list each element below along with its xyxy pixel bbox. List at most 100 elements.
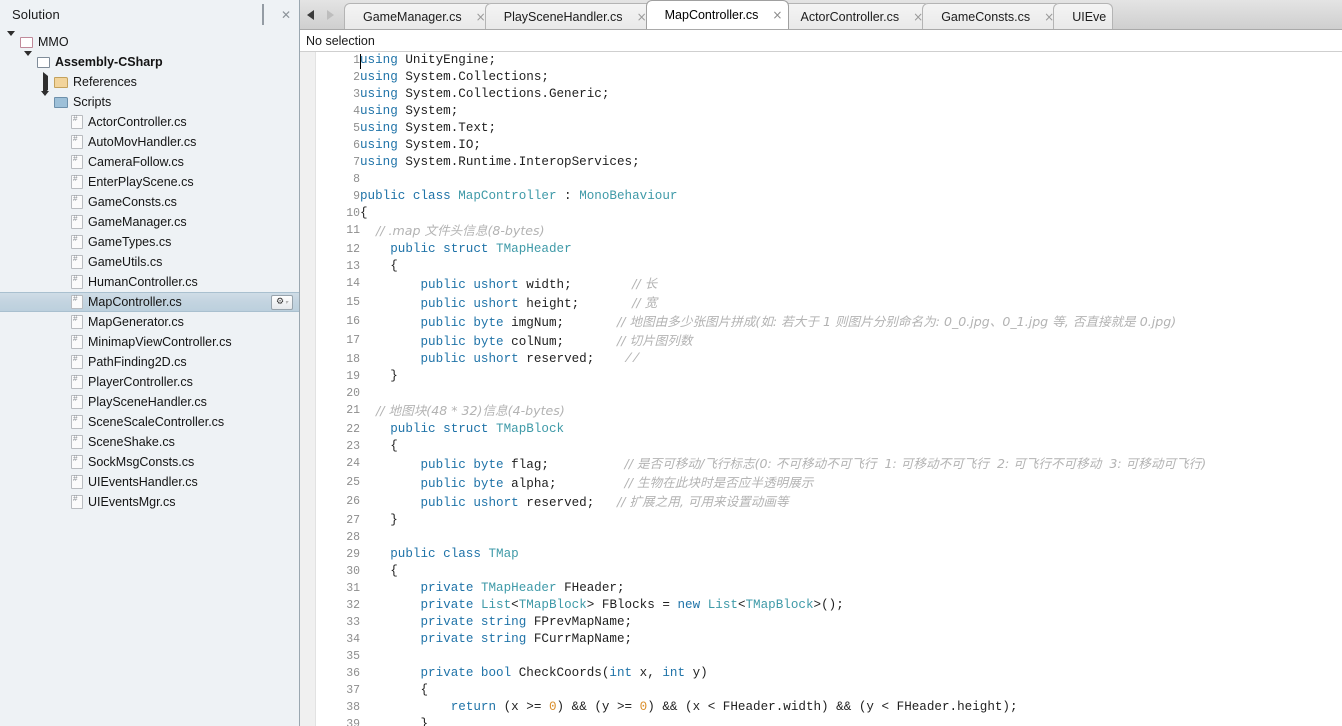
code-scroll-region[interactable]: 1 using UnityEngine; 2 using System.Collect… bbox=[316, 52, 1342, 726]
code-line-content[interactable]: using UnityEngine; bbox=[360, 52, 1342, 69]
close-icon[interactable]: × bbox=[772, 9, 782, 21]
tree-item-gameconsts-cs[interactable]: GameConsts.cs bbox=[0, 192, 299, 212]
tree-item-automovhandler-cs[interactable]: AutoMovHandler.cs bbox=[0, 132, 299, 152]
code-line-content[interactable]: public struct TMapHeader bbox=[360, 241, 1342, 258]
tree-item-gamemanager-cs[interactable]: GameManager.cs bbox=[0, 212, 299, 232]
tree-item-pathfinding2d-cs[interactable]: PathFinding2D.cs bbox=[0, 352, 299, 372]
dock-icon[interactable] bbox=[262, 4, 276, 25]
editor-tab-gameconsts-cs[interactable]: GameConsts.cs × bbox=[922, 3, 1062, 29]
editor-tab-actorcontroller-cs[interactable]: ActorController.cs × bbox=[781, 3, 931, 29]
code-line-content[interactable] bbox=[360, 385, 1342, 402]
tree-item-label: HumanController.cs bbox=[88, 275, 198, 289]
tab-nav-prev-button[interactable] bbox=[300, 0, 320, 29]
selection-status-text: No selection bbox=[306, 33, 375, 48]
tree-item-mapgenerator-cs[interactable]: MapGenerator.cs bbox=[0, 312, 299, 332]
code-line-content[interactable]: private string FCurrMapName; bbox=[360, 631, 1342, 648]
chevron-down-icon[interactable] bbox=[23, 51, 35, 70]
code-line-content[interactable]: { bbox=[360, 563, 1342, 580]
code-line-content[interactable]: public byte colNum; // 切片图列数 bbox=[360, 332, 1342, 351]
tree-item-gametypes-cs[interactable]: GameTypes.cs bbox=[0, 232, 299, 252]
code-line-content[interactable]: public byte flag; // 是否可移动/飞行标志(0: 不可移动不… bbox=[360, 455, 1342, 474]
code-line-content[interactable]: using System.Text; bbox=[360, 120, 1342, 137]
tab-nav-next-button[interactable] bbox=[320, 0, 340, 29]
code-line-content[interactable]: public byte imgNum; // 地图由多少张图片拼成(如: 若大于… bbox=[360, 313, 1342, 332]
tree-item-uieventshandler-cs[interactable]: UIEventsHandler.cs bbox=[0, 472, 299, 492]
code-line-content[interactable] bbox=[360, 529, 1342, 546]
editor-tab-playscenehandler-cs[interactable]: PlaySceneHandler.cs × bbox=[484, 3, 654, 29]
code-line-content[interactable]: public byte alpha; // 生物在此块时是否应半透明展示 bbox=[360, 474, 1342, 493]
tree-item-camerafollow-cs[interactable]: CameraFollow.cs bbox=[0, 152, 299, 172]
editor-tab-gamemanager-cs[interactable]: GameManager.cs × bbox=[344, 3, 493, 29]
code-line-content[interactable]: private TMapHeader FHeader; bbox=[360, 580, 1342, 597]
tree-item-mapcontroller-cs[interactable]: MapController.cs ⚙▾ bbox=[0, 292, 299, 312]
tree-item-enterplayscene-cs[interactable]: EnterPlayScene.cs bbox=[0, 172, 299, 192]
code-line-content[interactable]: } bbox=[360, 512, 1342, 529]
code-line-content[interactable]: public class MapController : MonoBehavio… bbox=[360, 188, 1342, 205]
tree-item-sceneshake-cs[interactable]: SceneShake.cs bbox=[0, 432, 299, 452]
chevron-down-icon[interactable] bbox=[6, 31, 18, 50]
chevron-down-icon[interactable] bbox=[40, 91, 52, 110]
code-line-content[interactable]: public ushort reserved; // 扩展之用, 可用来设置动画… bbox=[360, 493, 1342, 512]
close-icon[interactable]: ✕ bbox=[279, 7, 293, 22]
code-line-content[interactable]: using System.IO; bbox=[360, 137, 1342, 154]
tree-item-assembly-csharp[interactable]: Assembly-CSharp bbox=[0, 51, 299, 72]
tree-item-scenescalecontroller-cs[interactable]: SceneScaleController.cs bbox=[0, 412, 299, 432]
code-line-content[interactable]: { bbox=[360, 258, 1342, 275]
tree-item-actorcontroller-cs[interactable]: ActorController.cs bbox=[0, 112, 299, 132]
code-line-content[interactable]: { bbox=[360, 205, 1342, 222]
line-number: 9 bbox=[353, 190, 360, 203]
editor-tab-uieve[interactable]: UIEve bbox=[1053, 3, 1114, 29]
code-line-content[interactable]: using System; bbox=[360, 103, 1342, 120]
code-line-content[interactable]: using System.Runtime.InteropServices; bbox=[360, 154, 1342, 171]
code-line: 14 public ushort width; // 长 bbox=[316, 275, 1342, 294]
code-line-content[interactable]: using System.Collections.Generic; bbox=[360, 86, 1342, 103]
tree-item-minimapviewcontroller-cs[interactable]: MinimapViewController.cs bbox=[0, 332, 299, 352]
tree-item-label: Scripts bbox=[73, 95, 112, 109]
code-line-content[interactable]: // .map 文件头信息(8-bytes) bbox=[360, 222, 1342, 241]
code-line-content[interactable]: using System.Collections; bbox=[360, 69, 1342, 86]
tree-item-playscenehandler-cs[interactable]: PlaySceneHandler.cs bbox=[0, 392, 299, 412]
code-token: (x >= bbox=[496, 700, 549, 714]
code-line-content[interactable] bbox=[360, 648, 1342, 665]
code-line-content[interactable] bbox=[360, 171, 1342, 188]
code-line-content[interactable]: public struct TMapBlock bbox=[360, 421, 1342, 438]
tree-item-playercontroller-cs[interactable]: PlayerController.cs bbox=[0, 372, 299, 392]
code-line-content[interactable]: } bbox=[360, 716, 1342, 726]
tree-item-scripts[interactable]: Scripts bbox=[0, 91, 299, 112]
code-line: 22 public struct TMapBlock bbox=[316, 421, 1342, 438]
code-token: y) bbox=[685, 666, 708, 680]
code-line-content[interactable]: private bool CheckCoords(int x, int y) bbox=[360, 665, 1342, 682]
tree-item-uieventsmgr-cs[interactable]: UIEventsMgr.cs bbox=[0, 492, 299, 512]
code-line-content[interactable]: } bbox=[360, 368, 1342, 385]
tree-item-mmo[interactable]: MMO bbox=[0, 31, 299, 52]
code-line-content[interactable]: { bbox=[360, 438, 1342, 455]
arrow-left-icon bbox=[306, 9, 314, 20]
tree-item-gear-button[interactable]: ⚙ ▾ bbox=[271, 295, 293, 310]
chevron-right-icon[interactable] bbox=[40, 72, 52, 94]
code-line-content[interactable]: private List<TMapBlock> FBlocks = new Li… bbox=[360, 597, 1342, 614]
line-number: 30 bbox=[346, 565, 360, 578]
tree-item-sockmsgconsts-cs[interactable]: SockMsgConsts.cs bbox=[0, 452, 299, 472]
editor-tab-mapcontroller-cs[interactable]: MapController.cs × bbox=[645, 0, 790, 29]
tree-item-gameutils-cs[interactable]: GameUtils.cs bbox=[0, 252, 299, 272]
tree-item-humancontroller-cs[interactable]: HumanController.cs bbox=[0, 272, 299, 292]
code-token: colNum; bbox=[503, 335, 617, 349]
code-token: System; bbox=[397, 104, 459, 118]
code-line-content[interactable]: return (x >= 0) && (y >= 0) && (x < FHea… bbox=[360, 699, 1342, 716]
code-line-content[interactable]: private string FPrevMapName; bbox=[360, 614, 1342, 631]
tree-item-references[interactable]: References bbox=[0, 72, 299, 94]
chevron-down-icon: ▾ bbox=[285, 300, 289, 306]
code-line-content[interactable]: { bbox=[360, 682, 1342, 699]
code-line-content[interactable]: public ushort reserved; // bbox=[360, 351, 1342, 368]
code-line-content[interactable]: public class TMap bbox=[360, 546, 1342, 563]
tree-item-label: MMO bbox=[38, 35, 69, 49]
code-line-content[interactable]: public ushort height; // 宽 bbox=[360, 294, 1342, 313]
code-line-content[interactable]: // 地图块(48 * 32)信息(4-bytes) bbox=[360, 402, 1342, 421]
code-line: 13 { bbox=[316, 258, 1342, 275]
editor-breakpoint-margin[interactable] bbox=[300, 52, 316, 726]
code-line-content[interactable]: public ushort width; // 长 bbox=[360, 275, 1342, 294]
code-editor[interactable]: 1 using UnityEngine; 2 using System.Collect… bbox=[300, 52, 1342, 726]
